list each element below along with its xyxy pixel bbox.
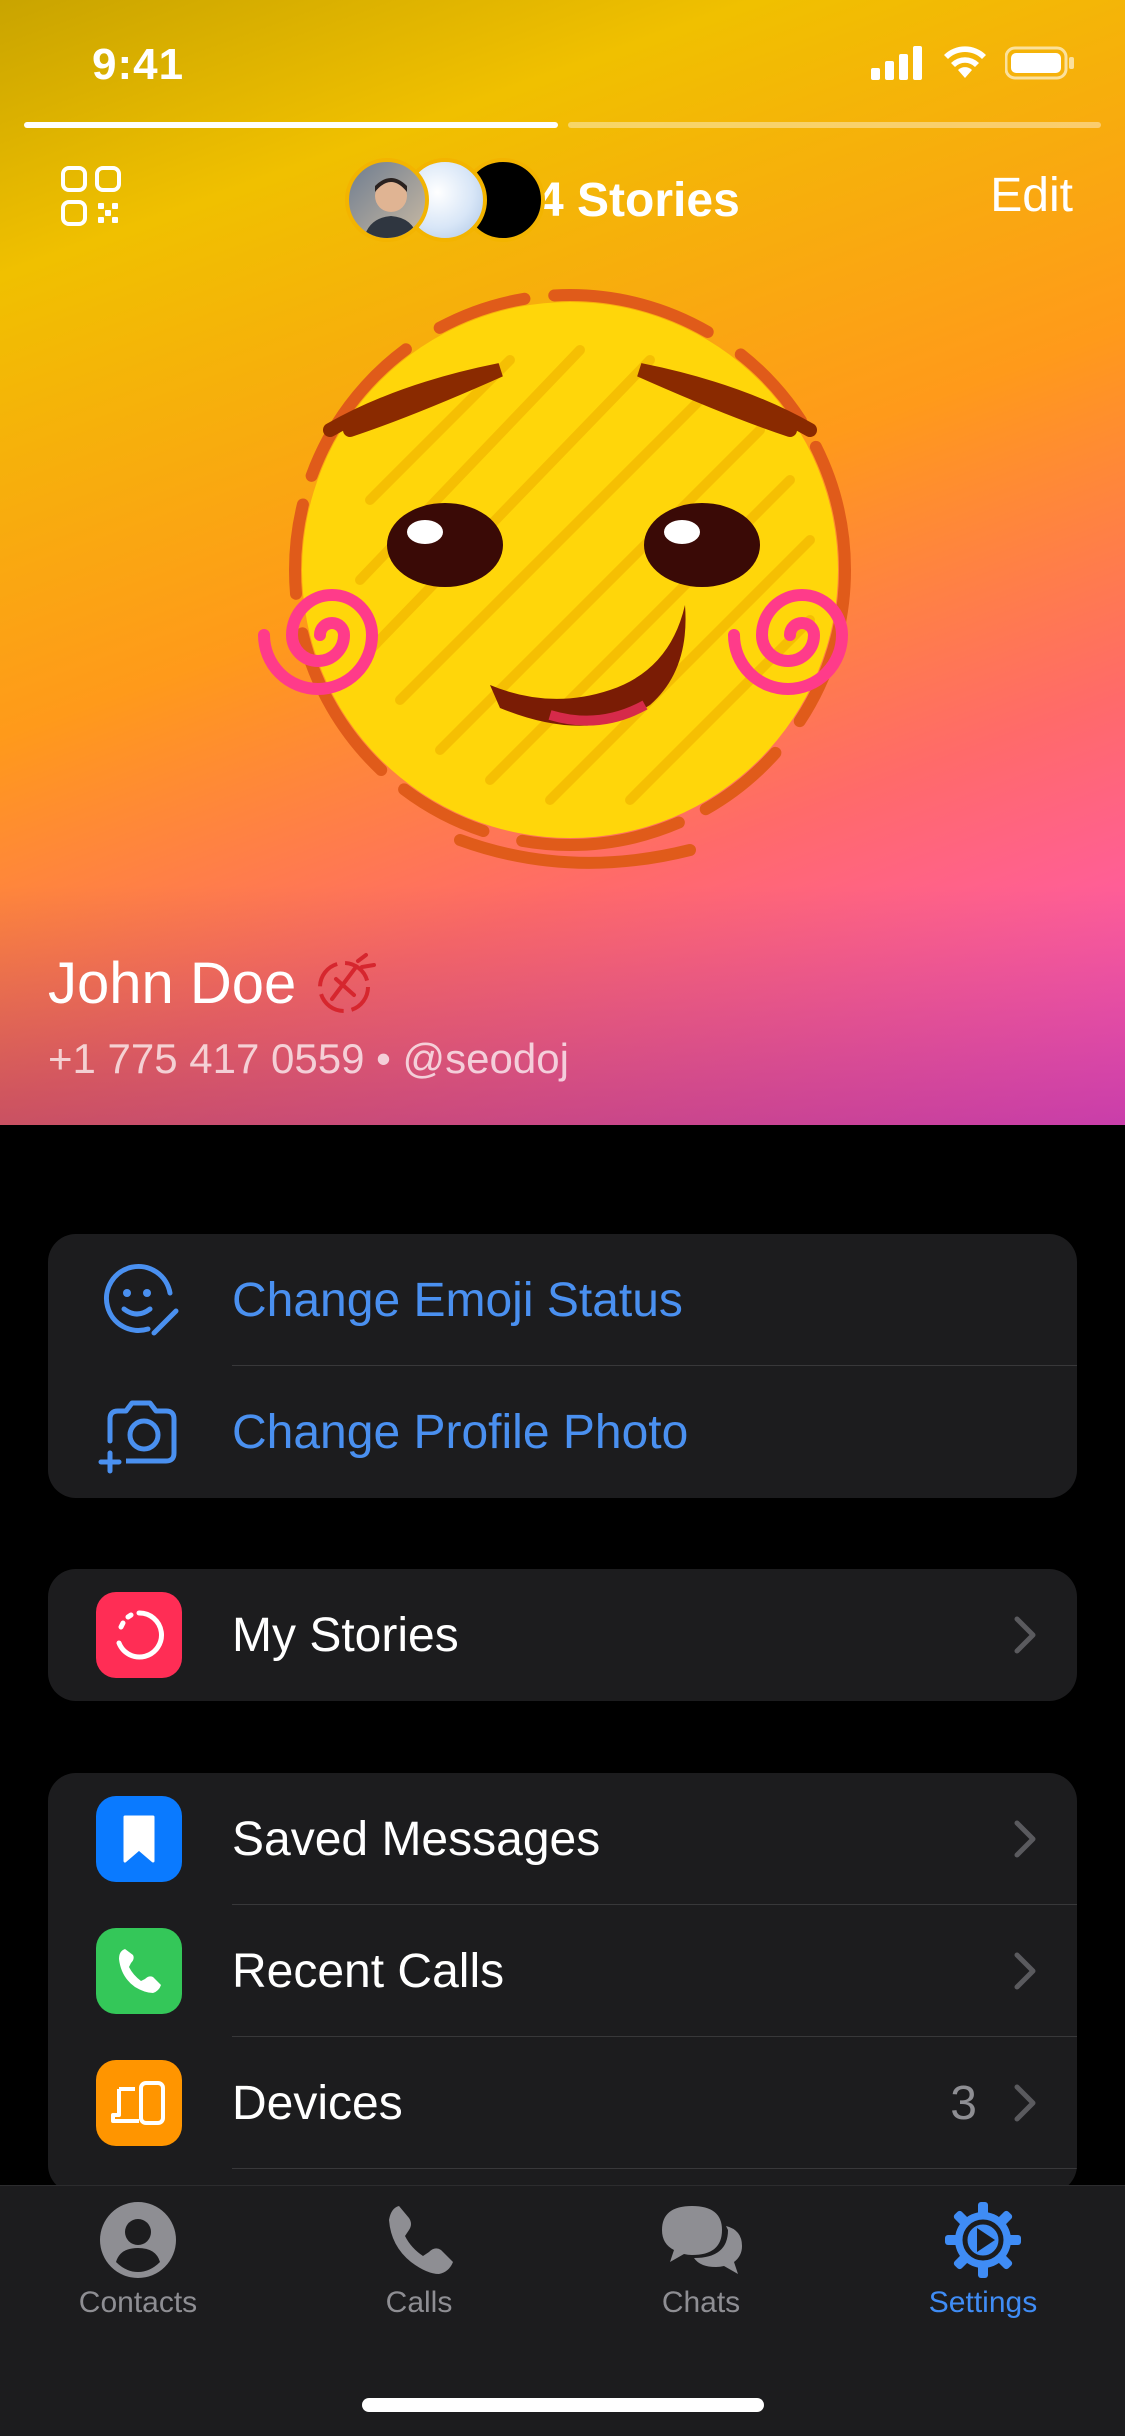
stories-label: 4 Stories — [537, 173, 740, 227]
stories-group: My Stories — [48, 1569, 1077, 1701]
saved-messages-item[interactable]: Saved Messages — [48, 1773, 1077, 1905]
devices-icon — [96, 2060, 182, 2146]
camera-add-icon — [96, 1389, 182, 1475]
story-avatar — [345, 158, 429, 242]
tab-calls[interactable]: Calls — [319, 2200, 519, 2320]
battery-icon — [1005, 46, 1074, 80]
tab-chats-label: Chats — [661, 2286, 741, 2319]
chevron-right-icon — [1014, 1952, 1036, 1990]
edit-button[interactable]: Edit — [990, 168, 1073, 223]
status-time: 9:41 — [92, 40, 185, 89]
change-profile-photo-button[interactable]: Change Profile Photo — [48, 1366, 1077, 1498]
story-progress-next — [568, 122, 1101, 128]
stories-button[interactable]: 4 Stories — [345, 150, 740, 250]
bookmark-icon — [96, 1796, 182, 1882]
chevron-right-icon — [1014, 1616, 1036, 1654]
devices-count: 3 — [950, 2076, 977, 2130]
qr-code-icon — [61, 166, 121, 226]
tab-contacts-label: Contacts — [78, 2286, 198, 2319]
emoji-status-image — [258, 289, 851, 869]
signal-icon — [871, 46, 922, 80]
profile-name: John Doe — [48, 950, 380, 1017]
profile-actions-group: Change Emoji Status Change Profile Photo — [48, 1234, 1077, 1498]
chevron-right-icon — [1014, 2084, 1036, 2122]
my-stories-item[interactable]: My Stories — [48, 1569, 1077, 1701]
phone-icon — [96, 1928, 182, 2014]
qr-code-button[interactable] — [60, 165, 124, 229]
saved-messages-label: Saved Messages — [232, 1812, 601, 1866]
stories-icon — [96, 1592, 182, 1678]
gear-icon — [945, 2202, 1021, 2278]
status-icons — [871, 46, 1075, 80]
tab-settings-label: Settings — [928, 2286, 1038, 2319]
profile-name-text: John Doe — [48, 951, 297, 1016]
tab-calls-label: Calls — [385, 2286, 453, 2319]
status-bar: 9:41 — [0, 0, 1125, 120]
devices-item[interactable]: Devices 3 — [48, 2037, 1077, 2169]
row-divider — [232, 2168, 1077, 2169]
profile-phone-username: +1 775 417 0559 • @seodoj — [48, 1035, 569, 1082]
my-stories-label: My Stories — [232, 1608, 459, 1662]
tab-settings[interactable]: Settings — [883, 2200, 1083, 2320]
tab-contacts[interactable]: Contacts — [38, 2200, 238, 2320]
tab-bar: Contacts Calls Chats Settings — [0, 2185, 1125, 2436]
profile-header: 9:41 4 Stories Edit John Doe +1 775 417 … — [0, 0, 1125, 1125]
recent-calls-item[interactable]: Recent Calls — [48, 1905, 1077, 2037]
chat-bubbles-icon — [662, 2206, 742, 2274]
phone-icon — [389, 2206, 453, 2274]
change-profile-photo-label: Change Profile Photo — [232, 1405, 689, 1459]
menu-group: Saved Messages Recent Calls Devices 3 — [48, 1773, 1077, 2193]
story-avatars — [345, 155, 545, 245]
change-emoji-status-label: Change Emoji Status — [232, 1273, 683, 1327]
person-icon — [100, 2202, 176, 2278]
chevron-right-icon — [1014, 1820, 1036, 1858]
wifi-icon — [944, 46, 986, 78]
devices-label: Devices — [232, 2076, 403, 2130]
emoji-status-icon — [96, 1257, 182, 1343]
change-emoji-status-button[interactable]: Change Emoji Status — [48, 1234, 1077, 1366]
emoji-status-badge-icon — [318, 952, 377, 1013]
recent-calls-label: Recent Calls — [232, 1944, 505, 1998]
home-indicator — [362, 2398, 764, 2412]
story-progress-current — [24, 122, 558, 128]
tab-chats[interactable]: Chats — [601, 2200, 801, 2320]
